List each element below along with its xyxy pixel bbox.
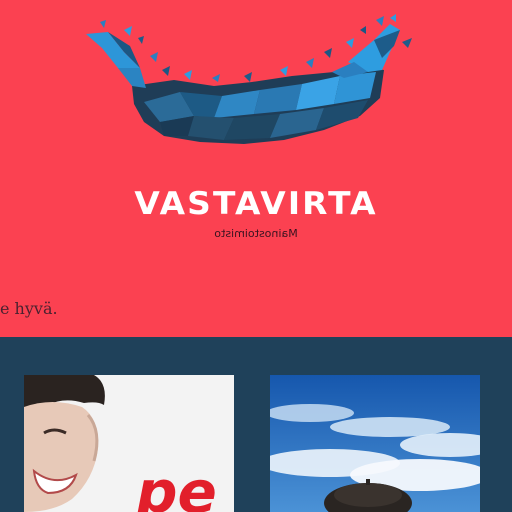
hero-section: VASTAVIRTA Mainostoimisto e hyvä.	[0, 0, 512, 337]
portfolio-item-2[interactable]	[270, 375, 480, 512]
brand-name[interactable]: VASTAVIRTA	[0, 186, 512, 222]
scrolling-ticker-text: e hyvä.	[0, 299, 58, 318]
brand-tagline: Mainostoimisto	[214, 227, 298, 240]
portfolio-image-smiling-woman: pe	[24, 375, 234, 512]
portfolio-image-sky-beret	[270, 375, 480, 512]
portfolio-gallery: pe	[0, 337, 512, 512]
crown-logo-icon[interactable]	[84, 12, 420, 154]
portfolio-item-1[interactable]: pe	[24, 375, 234, 512]
portfolio-overlay-text: pe	[135, 458, 217, 512]
